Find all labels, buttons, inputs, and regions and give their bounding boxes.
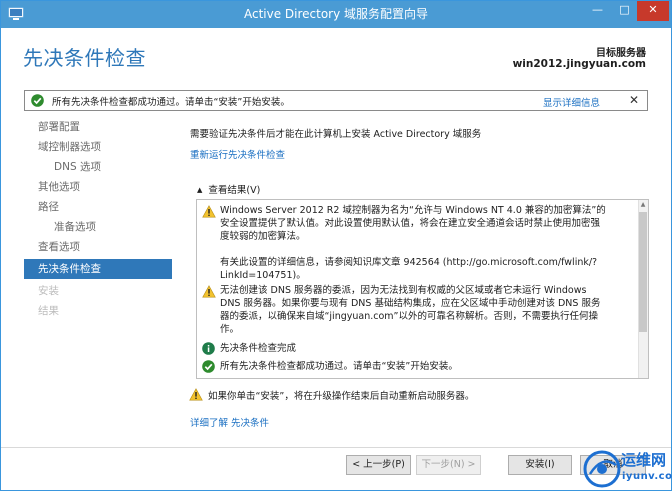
- install-button[interactable]: 安装(I): [508, 455, 572, 475]
- sidebar-item-paths[interactable]: 路径: [24, 197, 172, 217]
- target-server-label: 目标服务器: [596, 48, 646, 59]
- results-header[interactable]: ▲ 查看结果(V): [197, 182, 260, 196]
- result-line: [220, 243, 635, 256]
- result-success: 所有先决条件检查都成功通过。请单击“安装”开始安装。: [220, 360, 635, 373]
- success-check-icon: [31, 94, 44, 107]
- sidebar-item-prep-options[interactable]: 准备选项: [24, 217, 172, 237]
- result-line: Windows Server 2012 R2 域控制器为名为“允许与 Windo…: [220, 205, 606, 216]
- next-button: 下一步(N) >: [416, 455, 481, 475]
- warning-icon: [189, 388, 203, 401]
- watermark-subtext: iyunv.com: [622, 471, 672, 482]
- footer-divider: [1, 447, 671, 448]
- result-line: 有关此设置的详细信息，请参阅知识库文章 942564 (http://go.mi…: [220, 257, 598, 268]
- success-check-icon: [202, 360, 215, 373]
- intro-text: 需要验证先决条件后才能在此计算机上安装 Active Directory 域服务: [190, 129, 482, 140]
- sidebar-item-prerequisites[interactable]: 先决条件检查: [24, 259, 172, 279]
- result-line: 先决条件检查完成: [220, 343, 297, 354]
- page-title: 先决条件检查: [23, 46, 146, 70]
- sidebar-item-dns-options[interactable]: DNS 选项: [24, 157, 172, 177]
- sidebar-item-deployment[interactable]: 部署配置: [24, 117, 172, 137]
- notification-bar: 所有先决条件检查都成功通过。请单击“安装”开始安装。 显示详细信息 ✕: [24, 90, 648, 111]
- rerun-check-link[interactable]: 重新运行先决条件检查: [190, 147, 285, 161]
- result-line: 无法创建该 DNS 服务器的委派，因为无法找到有权威的父区域或者它未运行 Win…: [220, 285, 587, 296]
- learn-more-link[interactable]: 详细了解 先决条件: [190, 415, 269, 429]
- restart-footnote: 如果你单击“安装”，将在升级操作结束后自动重新启动服务器。: [208, 391, 475, 402]
- close-button[interactable]: ✕: [637, 1, 669, 21]
- sidebar-item-results: 结果: [38, 305, 59, 317]
- collapse-caret-icon: ▲: [197, 186, 203, 194]
- sidebar-item-review-options[interactable]: 查看选项: [24, 237, 172, 257]
- previous-button[interactable]: < 上一步(P): [346, 455, 411, 475]
- warning-icon: [202, 285, 216, 298]
- result-line: 安全设置提供了默认值。对此设置使用默认值，将会在建立安全通道会话时禁止使用加密强: [220, 218, 601, 229]
- wizard-window: Active Directory 域服务配置向导 — □ ✕ 先决条件检查 目标…: [0, 0, 672, 491]
- sidebar-item-installation: 安装: [38, 285, 59, 297]
- result-line: LinkId=104751)。: [220, 270, 306, 281]
- results-scrollbar[interactable]: ▲: [638, 200, 648, 378]
- watermark-text: 运维网: [621, 451, 667, 469]
- result-line: 度较弱的加密算法。: [220, 231, 306, 242]
- window-title: Active Directory 域服务配置向导: [243, 7, 429, 21]
- title-bar[interactable]: Active Directory 域服务配置向导 — □ ✕: [1, 1, 671, 28]
- sidebar-item-additional-options[interactable]: 其他选项: [24, 177, 172, 197]
- results-header-label: 查看结果(V): [208, 185, 261, 196]
- result-warning-1: Windows Server 2012 R2 域控制器为名为“允许与 Windo…: [220, 204, 635, 282]
- result-info: 先决条件检查完成: [220, 342, 635, 355]
- result-line: 所有先决条件检查都成功通过。请单击“安装”开始安装。: [220, 361, 458, 372]
- result-line: 作。: [220, 324, 240, 335]
- warning-icon: [202, 205, 216, 218]
- result-line: 器的委派，以确保来自域“jingyuan.com”以外的可靠名称解析。否则，不需…: [220, 311, 598, 322]
- minimize-button[interactable]: —: [584, 1, 611, 21]
- sidebar-item-dc-options[interactable]: 域控制器选项: [24, 137, 172, 157]
- maximize-button[interactable]: □: [611, 1, 638, 21]
- show-details-link[interactable]: 显示详细信息: [543, 95, 600, 109]
- info-icon: [202, 342, 215, 355]
- scrollbar-thumb[interactable]: [639, 212, 647, 332]
- notification-close-icon[interactable]: ✕: [629, 93, 639, 107]
- result-line: DNS 服务器。如果你要与现有 DNS 基础结构集成，应在父区域中手动创建对该 …: [220, 298, 601, 309]
- notification-message: 所有先决条件检查都成功通过。请单击“安装”开始安装。: [52, 97, 290, 108]
- result-warning-2: 无法创建该 DNS 服务器的委派，因为无法找到有权威的父区域或者它未运行 Win…: [220, 284, 635, 336]
- scroll-up-icon[interactable]: ▲: [639, 201, 647, 209]
- target-server-value: win2012.jingyuan.com: [512, 58, 646, 70]
- results-panel[interactable]: Windows Server 2012 R2 域控制器为名为“允许与 Windo…: [196, 199, 649, 379]
